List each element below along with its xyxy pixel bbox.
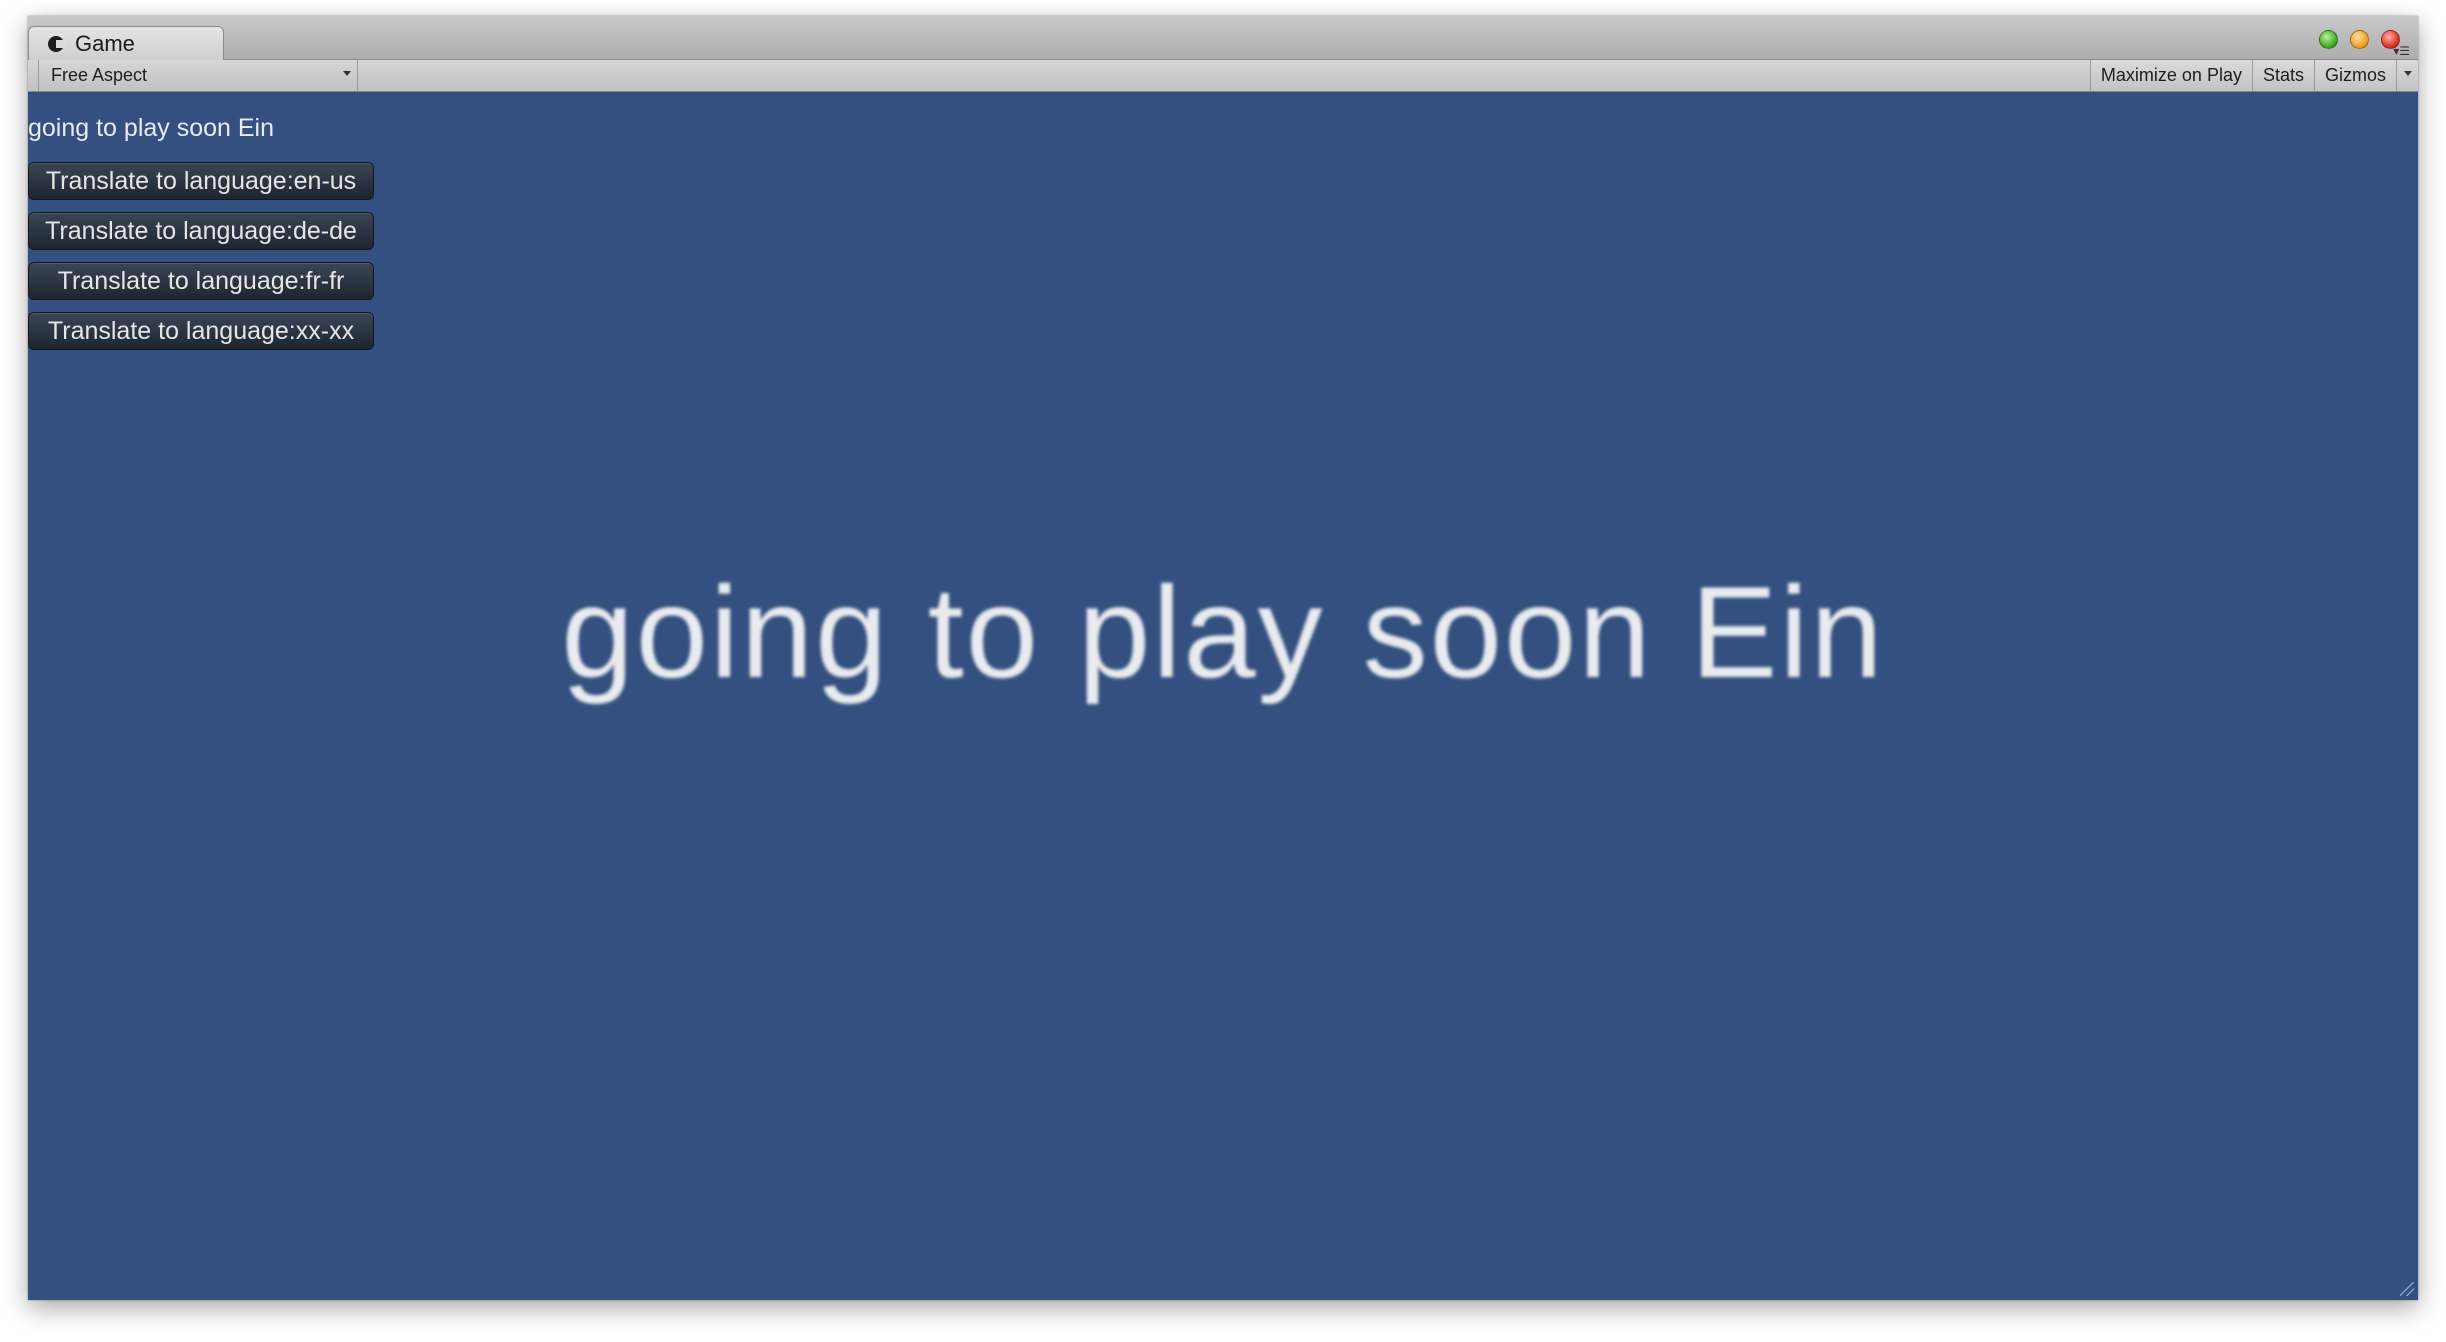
toolbar-right-group: Maximize on Play Stats Gizmos: [2089, 60, 2418, 91]
translate-fr-fr-button[interactable]: Translate to language:fr-fr: [28, 262, 374, 300]
status-text: going to play soon Ein: [28, 114, 275, 142]
game-toolbar: Free Aspect Maximize on Play Stats Gizmo…: [28, 60, 2418, 92]
translate-xx-xx-button[interactable]: Translate to language:xx-xx: [28, 312, 374, 350]
stats-button[interactable]: Stats: [2251, 60, 2314, 91]
tab-game[interactable]: Game: [28, 26, 224, 60]
resize-grip-icon[interactable]: [2400, 1282, 2414, 1296]
game-window: Game ▾☰ Free Aspect Maximize on Play Sta…: [28, 16, 2418, 1300]
minimize-light-icon[interactable]: [2350, 30, 2369, 49]
localized-text-3d: going to play soon Ein: [561, 559, 1885, 705]
translate-de-de-button[interactable]: Translate to language:de-de: [28, 212, 374, 250]
aspect-dropdown[interactable]: Free Aspect: [38, 60, 358, 91]
gizmos-button[interactable]: Gizmos: [2313, 60, 2396, 91]
maximize-on-play-button[interactable]: Maximize on Play: [2089, 60, 2252, 91]
panel-menu-icon[interactable]: ▾☰: [2393, 45, 2410, 57]
tab-bar: Game ▾☰: [28, 16, 2418, 60]
tab-game-label: Game: [75, 30, 135, 56]
window-controls: [2319, 30, 2400, 49]
dropdown-caret-icon: [343, 71, 351, 76]
gizmos-dropdown-caret-icon[interactable]: [2396, 60, 2418, 91]
game-view: going to play soon Ein Translate to lang…: [28, 92, 2418, 1300]
translate-en-us-button[interactable]: Translate to language:en-us: [28, 162, 374, 200]
maximize-light-icon[interactable]: [2319, 30, 2338, 49]
unity-icon: [47, 35, 66, 53]
aspect-dropdown-label: Free Aspect: [51, 65, 148, 85]
